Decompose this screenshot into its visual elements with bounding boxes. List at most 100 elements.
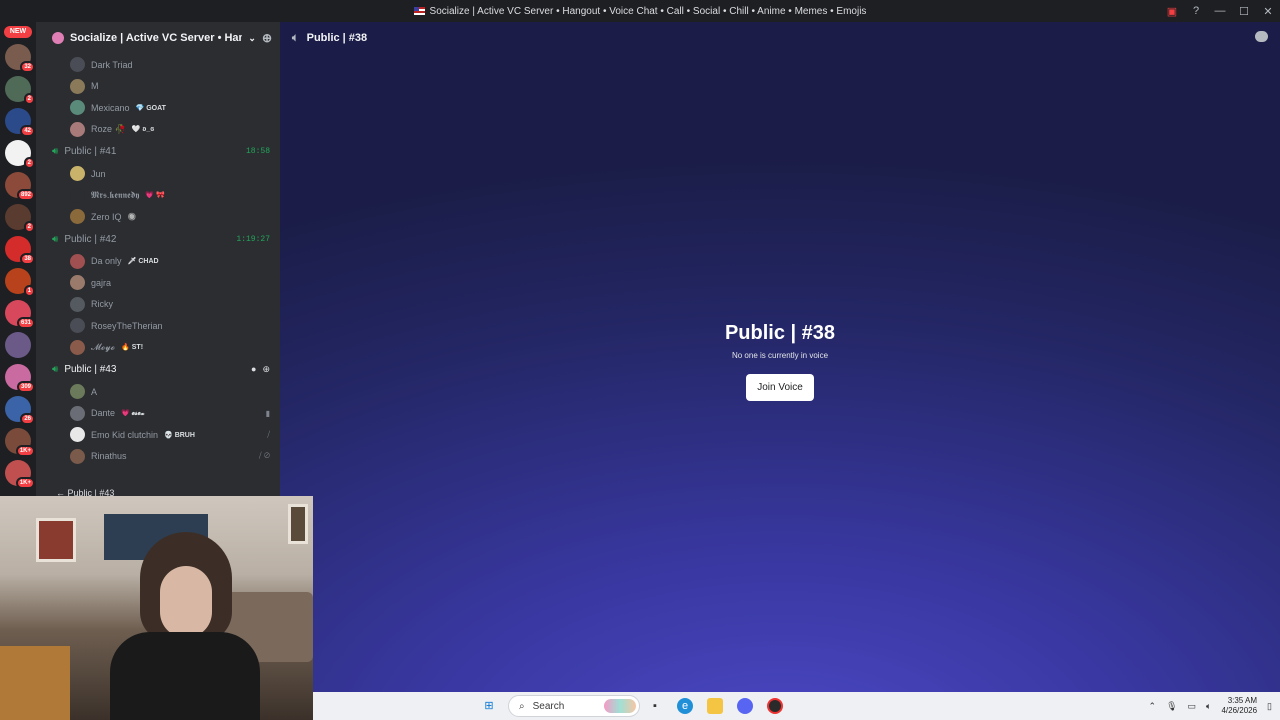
- speaker-icon: 🔊︎: [52, 364, 59, 375]
- server-icon[interactable]: 309: [5, 364, 35, 393]
- username: Zero IQ: [91, 211, 122, 222]
- username: Emo Kid clutchin: [91, 429, 159, 440]
- voice-user[interactable]: A: [36, 381, 280, 403]
- voice-channel-41[interactable]: 🔊︎ Public | #41 18:58: [36, 140, 280, 163]
- voice-user[interactable]: M: [36, 76, 280, 98]
- voice-user[interactable]: Jun: [36, 163, 280, 185]
- avatar: [70, 253, 85, 269]
- task-view-icon[interactable]: ▪: [647, 698, 663, 714]
- window-title-text: Socialize | Active VC Server • Hangout •…: [429, 5, 867, 17]
- chat-bubble-icon[interactable]: ●: [251, 364, 256, 375]
- voice-user[interactable]: Ricky: [36, 294, 280, 316]
- server-icon[interactable]: 1: [5, 268, 35, 297]
- server-header[interactable]: Socialize | Active VC Server • Han... ⌄ …: [36, 22, 280, 54]
- server-name: Socialize | Active VC Server • Han...: [70, 32, 243, 44]
- voice-user[interactable]: 𝕸𝖗𝖘.𝖐𝖊𝖓𝖓𝖊𝖉𝖞 💗 🎀: [36, 185, 280, 207]
- voice-user[interactable]: Zero IQ 🔘: [36, 206, 280, 228]
- username: 𝕸𝖗𝖘.𝖐𝖊𝖓𝖓𝖊𝖉𝖞: [91, 189, 140, 200]
- voice-user[interactable]: Mexicano 💎 GOAT: [36, 97, 280, 119]
- voice-channel-name: Public | #43: [64, 364, 117, 375]
- chevron-up-icon[interactable]: ⌃: [1149, 701, 1157, 712]
- username: Mexicano: [91, 102, 130, 113]
- voice-user[interactable]: Dante 💗 𝓮𝓼𝓮𝔁 ▮: [36, 403, 280, 425]
- network-icon[interactable]: ▭: [1188, 701, 1197, 712]
- server-icon[interactable]: 2: [5, 204, 35, 233]
- avatar: [70, 57, 85, 73]
- window-titlebar: Socialize | Active VC Server • Hangout •…: [0, 0, 1280, 22]
- server-icon[interactable]: 2: [5, 140, 35, 169]
- chat-icon[interactable]: [1255, 31, 1268, 42]
- server-icon[interactable]: 42: [5, 108, 35, 137]
- voice-channel-42[interactable]: 🔊︎ Public | #42 1:19:27: [36, 228, 280, 251]
- avatar: [70, 339, 85, 355]
- voice-channel-43[interactable]: 🔊︎ Public | #43 ● ⊕: [36, 358, 280, 381]
- obs-icon[interactable]: [767, 698, 783, 714]
- notification-icon[interactable]: ▯: [1267, 701, 1272, 712]
- avatar: [70, 209, 85, 225]
- server-icon[interactable]: 1K+: [5, 428, 35, 457]
- inbox-icon[interactable]: ▣: [1160, 0, 1184, 22]
- file-explorer-icon[interactable]: [707, 698, 723, 714]
- minimize-button[interactable]: —: [1208, 0, 1232, 22]
- new-badge[interactable]: NEW: [4, 26, 32, 38]
- server-icon[interactable]: 38: [5, 236, 35, 265]
- server-icon[interactable]: [5, 332, 31, 358]
- volume-icon[interactable]: 🔈︎: [1206, 701, 1211, 712]
- voice-user[interactable]: Roze 🥀 🤍 ʚ_ɞ: [36, 119, 280, 141]
- taskbar-search[interactable]: ⌕ Search: [508, 695, 640, 717]
- voice-user[interactable]: Dark Triad: [36, 54, 280, 76]
- wall-picture: [288, 504, 308, 544]
- microphone-icon[interactable]: 🎙︎: [1166, 701, 1177, 712]
- join-voice-button[interactable]: Join Voice: [746, 374, 814, 401]
- search-label: Search: [532, 700, 565, 712]
- voice-channel-name: Public | #41: [64, 146, 117, 157]
- add-member-icon[interactable]: ⊕: [262, 31, 272, 45]
- invite-icon[interactable]: ⊕: [262, 364, 270, 375]
- avatar: [70, 427, 85, 443]
- voice-user[interactable]: Rinathus ⧸ ⊘: [36, 446, 280, 468]
- help-icon[interactable]: ?: [1184, 0, 1208, 22]
- channel-title: Public | #38: [306, 32, 368, 44]
- avatar: [70, 275, 85, 291]
- server-icon[interactable]: 1K+: [5, 460, 35, 489]
- user-tag: 💎 GOAT: [135, 104, 166, 112]
- voice-user[interactable]: gajra: [36, 272, 280, 294]
- user-tag: 🔘: [127, 213, 137, 221]
- clock[interactable]: 3:35 AM 4/26/2026: [1221, 696, 1257, 716]
- voice-channel-name: Public | #42: [64, 233, 117, 245]
- maximize-button[interactable]: ☐: [1232, 0, 1256, 22]
- mention-badge: 1K+: [15, 477, 35, 489]
- server-icon[interactable]: 2: [5, 76, 35, 105]
- voice-channel-view: 🔈︎ Public | #38 Public | #38 No one is c…: [280, 22, 1280, 692]
- avatar: [70, 318, 85, 334]
- chevron-down-icon[interactable]: ⌄: [248, 33, 256, 44]
- server-icon: [52, 32, 64, 44]
- flag-icon: [413, 7, 425, 15]
- server-icon[interactable]: 26: [5, 396, 35, 425]
- voice-user[interactable]: 𝓜𝓸𝔂𝓸 🔥 ST!: [36, 337, 280, 359]
- username: A: [91, 386, 98, 397]
- voice-user[interactable]: Emo Kid clutchin 💀 BRUH ⧸: [36, 424, 280, 446]
- avatar: [70, 187, 85, 203]
- speaker-icon: 🔊︎: [52, 146, 59, 157]
- speaker-icon: 🔈︎: [292, 31, 299, 44]
- username: Jun: [91, 168, 106, 179]
- close-button[interactable]: ✕: [1256, 0, 1280, 22]
- start-icon[interactable]: ⊞: [481, 698, 497, 714]
- server-icon[interactable]: 631: [5, 300, 35, 329]
- avatar: [70, 296, 85, 312]
- username: Ricky: [91, 299, 113, 310]
- user-tag: 🤍 ʚ_ɞ: [131, 126, 155, 134]
- username: Roze 🥀: [91, 123, 126, 134]
- avatar: [70, 121, 85, 137]
- voice-user[interactable]: Da only 🗡 CHAD: [36, 251, 280, 273]
- mention-badge: 42: [20, 125, 35, 137]
- username: Da only: [91, 256, 122, 267]
- server-icon[interactable]: 892: [5, 172, 35, 201]
- edge-icon[interactable]: e: [677, 698, 693, 714]
- clock-time: 3:35 AM: [1227, 696, 1258, 705]
- voice-user[interactable]: RoseyTheTherian: [36, 315, 280, 337]
- avatar: [70, 78, 85, 94]
- discord-icon[interactable]: [737, 698, 753, 714]
- server-icon[interactable]: 32: [5, 44, 35, 73]
